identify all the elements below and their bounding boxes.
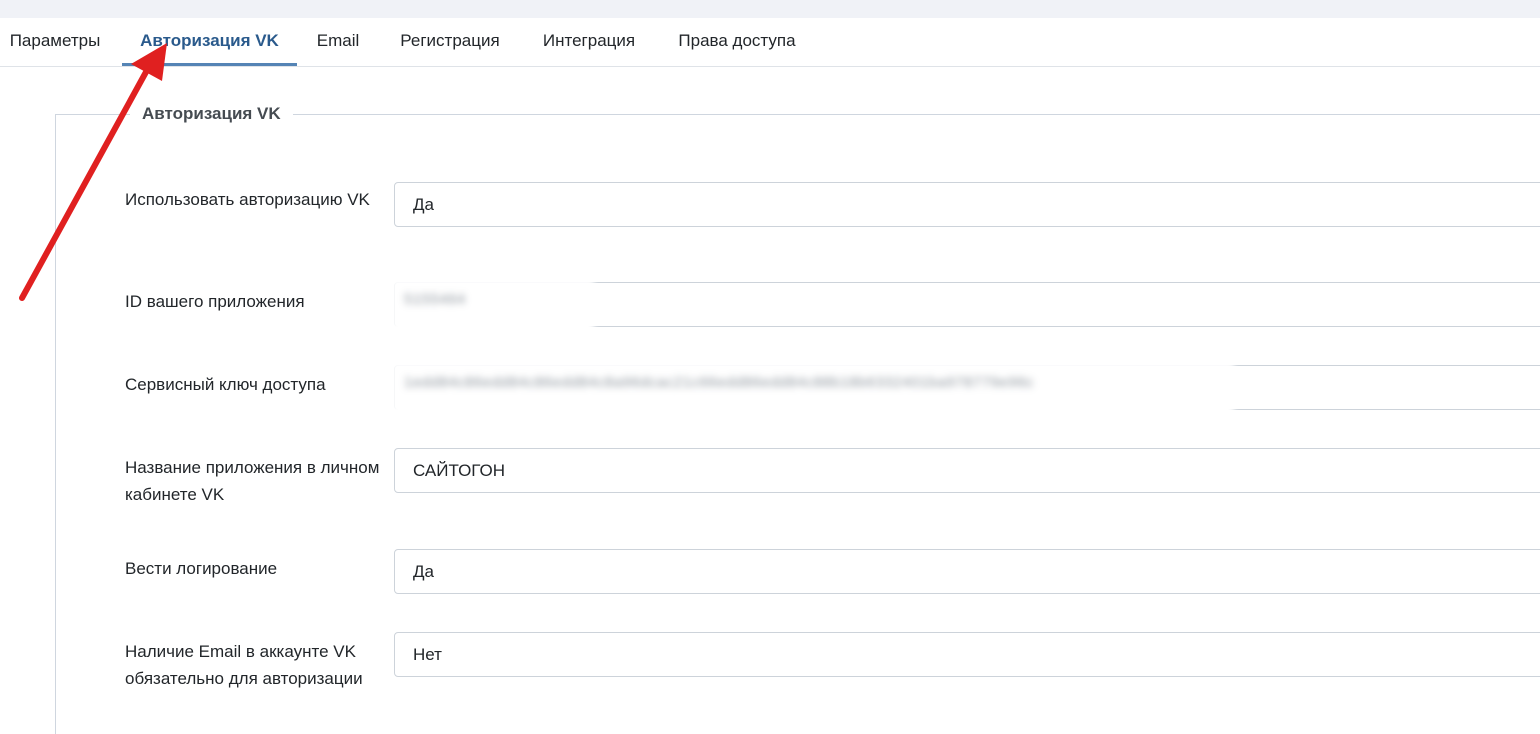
settings-page: Параметры Авторизация VK Email Регистрац… [0,0,1540,734]
tab-access-rights[interactable]: Права доступа [666,18,808,66]
app-name-label: Название приложения в личном кабинете VK [125,458,380,504]
tab-bar: Параметры Авторизация VK Email Регистрац… [0,18,1540,67]
use-vk-auth-label: Использовать авторизацию VK [125,190,370,209]
logging-select[interactable]: Да [394,549,1540,594]
tab-email[interactable]: Email [308,18,368,66]
email-required-select[interactable]: Нет [394,632,1540,677]
app-name-input[interactable]: САЙТОГОН [394,448,1540,493]
fieldset-legend: Авторизация VK [130,102,293,126]
use-vk-auth-select[interactable]: Да [394,182,1540,227]
top-bar [0,0,1540,19]
app-id-label: ID вашего приложения [125,292,305,311]
logging-label: Вести логирование [125,559,278,578]
tab-integration[interactable]: Интеграция [532,18,646,66]
email-required-label: Наличие Email в аккаунте VK обязательно … [125,642,363,688]
tab-vk-auth[interactable]: Авторизация VK [122,18,297,66]
tab-parameters[interactable]: Параметры [0,18,110,66]
service-key-label: Сервисный ключ доступа [125,375,326,394]
tab-registration[interactable]: Регистрация [388,18,512,66]
app-id-value-redacted: 5155464 [392,279,594,333]
service-key-value-redacted: 1edd84c86edd84c86edd84c8a96dcac21c66edd8… [392,362,1234,416]
